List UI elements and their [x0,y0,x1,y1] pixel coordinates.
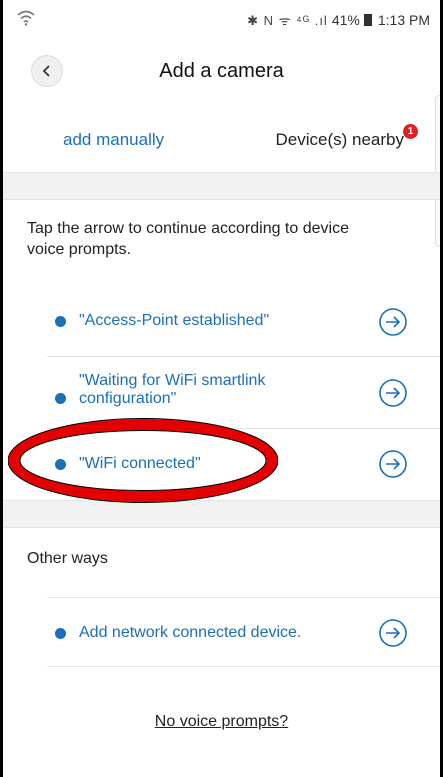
arrow-right-circle-icon[interactable] [378,307,408,337]
header: Add a camera [3,40,440,100]
section-divider [3,500,440,528]
step-label: "WiFi connected" [79,455,201,472]
status-icons: ✱ N ᯤ ⁴ᴳ .ıl [247,13,328,28]
arrow-right-circle-icon[interactable] [378,449,408,479]
battery-percent: 41% [331,12,360,28]
status-right: ✱ N ᯤ ⁴ᴳ .ıl 41% 1:13 PM [247,11,430,29]
tab-bar: add manually Device(s) nearby 1 [3,112,440,172]
tab-devices-nearby[interactable]: Device(s) nearby [276,130,405,150]
other-ways-heading: Other ways [27,550,108,567]
step-wifi-connected[interactable]: "WiFi connected" [47,428,440,500]
phone-screen: ✱ N ᯤ ⁴ᴳ .ıl 41% 1:13 PM Add a camera ad… [3,0,440,777]
nearby-count-badge: 1 [403,124,418,139]
add-network-device[interactable]: Add network connected device. [47,597,440,667]
option-label: Add network connected device. [79,624,302,641]
bullet-icon [55,393,66,404]
step-access-point[interactable]: "Access-Point established" [47,288,440,357]
instructions-text: Tap the arrow to continue according to d… [27,220,349,258]
battery-icon [363,14,372,26]
no-voice-prompts-link[interactable]: No voice prompts? [3,713,440,731]
status-bar: ✱ N ᯤ ⁴ᴳ .ıl 41% 1:13 PM [3,0,440,38]
step-label: "Waiting for WiFi smartlink configuratio… [79,372,266,407]
wifi-icon [17,10,35,26]
step-waiting-smartlink[interactable]: "Waiting for WiFi smartlink configuratio… [47,356,440,429]
status-time: 1:13 PM [377,12,430,28]
page-title: Add a camera [159,60,284,82]
bullet-icon [55,316,66,327]
bullet-icon [55,459,66,470]
arrow-right-circle-icon[interactable] [378,378,408,408]
step-label: "Access-Point established" [79,312,270,329]
arrow-right-circle-icon[interactable] [378,618,408,648]
section-divider [3,172,440,200]
bullet-icon [55,628,66,639]
tab-add-manually[interactable]: add manually [63,130,164,150]
